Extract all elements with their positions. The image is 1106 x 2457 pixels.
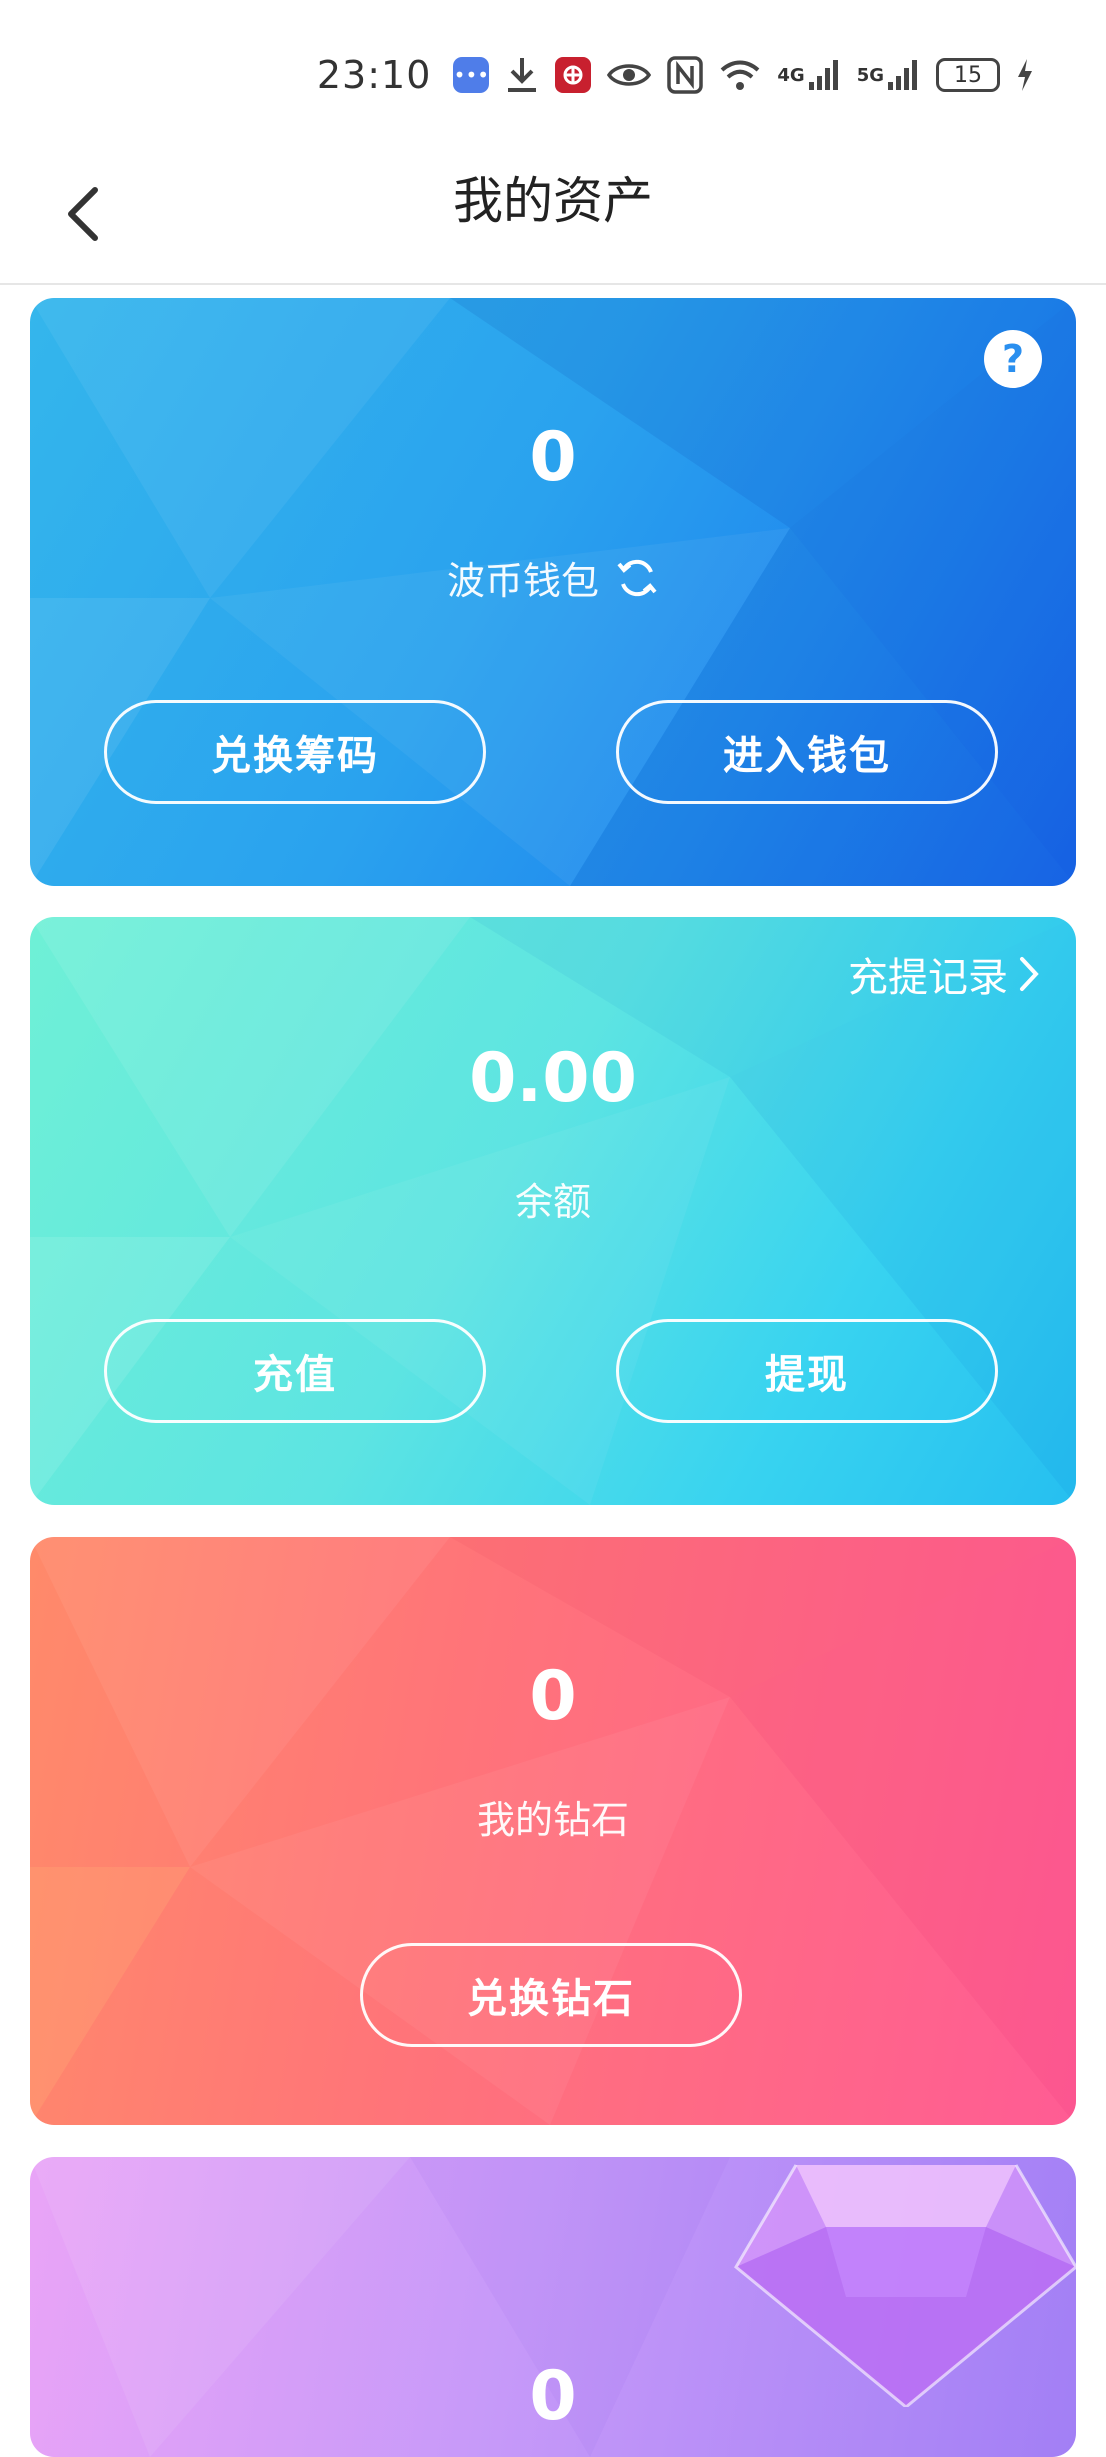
eye-icon (607, 60, 652, 90)
enter-wallet-button[interactable]: 进入钱包 (616, 700, 998, 804)
record-link-label: 充提记录 (848, 955, 1008, 1001)
nfc-icon (667, 56, 704, 94)
nav-bar: 我的资产 (0, 150, 1106, 285)
diamond-label-row: 我的钻石 (30, 1789, 1076, 1844)
balance-label-row: 余额 (30, 1171, 1076, 1226)
gem-value: 0 (529, 2357, 577, 2436)
balance-card: 充提记录 0.00 余额 充值 提现 (30, 917, 1076, 1505)
message-icon: ••• (453, 57, 490, 93)
wallet-card: ? 0 波币钱包 兑换筹码 进入钱包 (30, 298, 1076, 886)
network-2-label: 5G (856, 64, 884, 86)
signal-4g-icon: 4G (777, 58, 840, 92)
bank-icon (555, 57, 592, 93)
help-button[interactable]: ? (984, 330, 1042, 388)
balance-value: 0.00 (469, 1039, 637, 1118)
page-title: 我的资产 (453, 172, 653, 230)
wallet-label: 波币钱包 (446, 559, 599, 603)
gem-card: 0 (30, 2157, 1076, 2457)
refresh-icon[interactable] (615, 556, 659, 600)
diamond-card: 0 我的钻石 兑换钻石 (30, 1537, 1076, 2125)
battery-level: 15 (954, 62, 982, 88)
exchange-chips-button[interactable]: 兑换筹码 (104, 700, 486, 804)
recharge-button[interactable]: 充值 (104, 1319, 486, 1423)
wallet-label-row: 波币钱包 (30, 550, 1076, 605)
diamond-label: 我的钻石 (476, 1798, 629, 1842)
recharge-withdraw-record-link[interactable]: 充提记录 (848, 945, 1040, 1003)
balance-label: 余额 (514, 1180, 591, 1224)
battery-icon: 15 (936, 58, 1000, 92)
status-bar: 23:10 ••• 4G 5G 15 (0, 0, 1106, 150)
wifi-icon (719, 58, 761, 92)
network-1-label: 4G (777, 64, 805, 86)
exchange-diamond-button[interactable]: 兑换钻石 (360, 1943, 742, 2047)
wallet-value: 0 (529, 418, 577, 497)
charging-icon (1016, 58, 1034, 92)
status-time: 23:10 (316, 53, 432, 97)
diamond-value: 0 (529, 1657, 577, 1736)
withdraw-button[interactable]: 提现 (616, 1319, 998, 1423)
chevron-right-icon (1020, 957, 1039, 991)
download-icon (505, 56, 539, 94)
question-icon: ? (1001, 337, 1025, 381)
signal-5g-icon: 5G (857, 58, 920, 92)
